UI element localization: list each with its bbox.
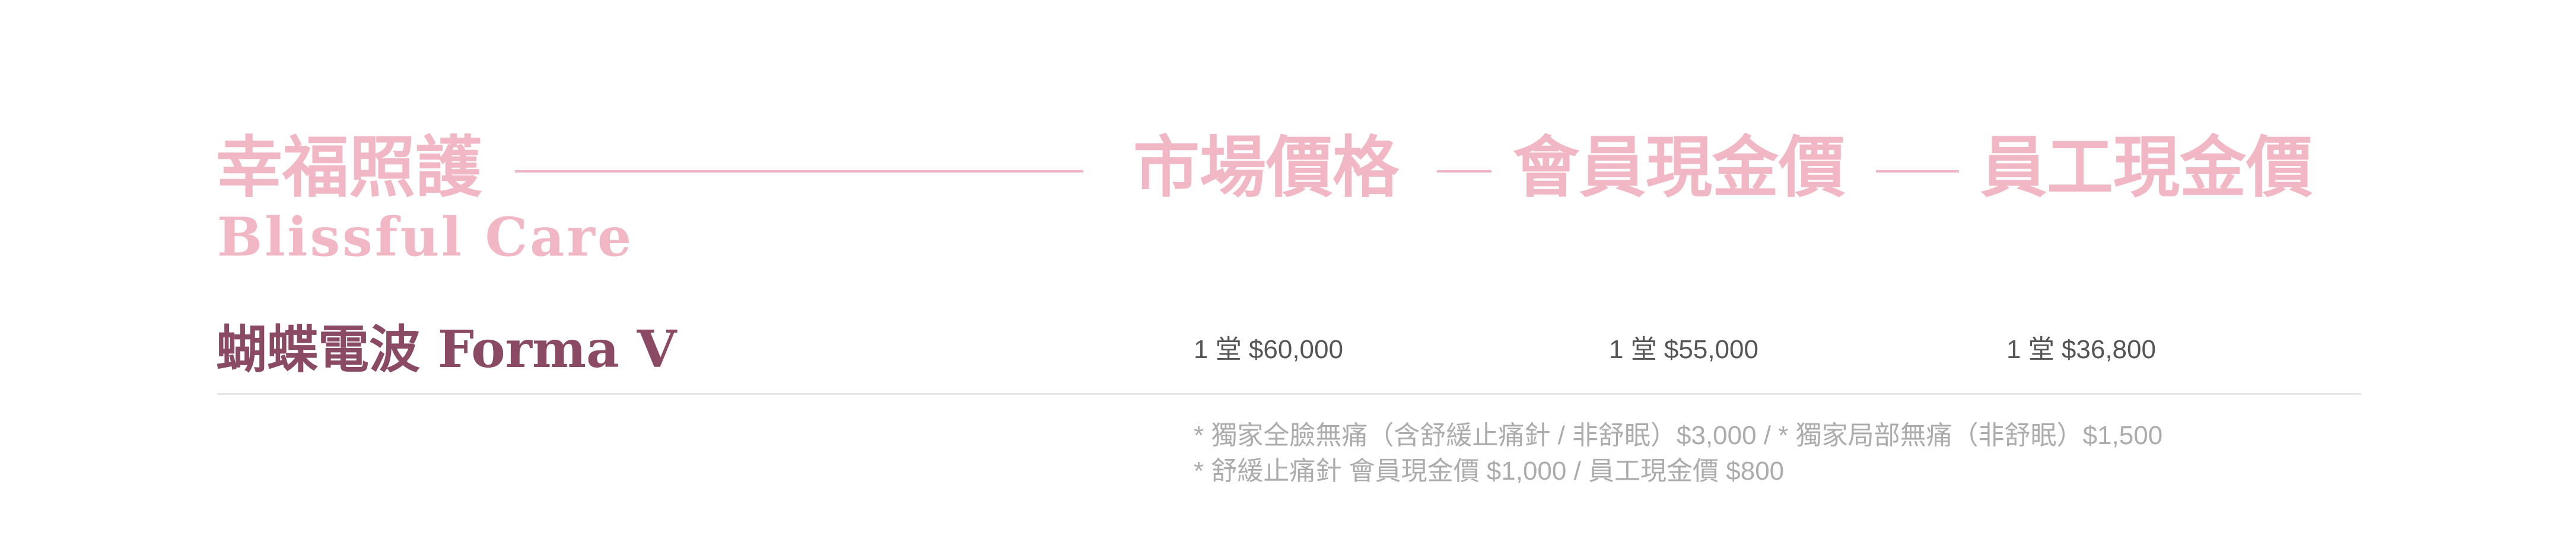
price-market: 1 堂 $60,000: [1194, 335, 1343, 364]
heading-rule-connector-1: [1437, 170, 1491, 173]
heading-rule-connector-2: [1876, 170, 1959, 173]
footnote-line-1: * 獨家全臉無痛（含舒緩止痛針 / 非舒眠）$3,000 / * 獨家局部無痛（…: [1194, 421, 2163, 450]
section-title-zh: 幸福照護: [216, 129, 482, 206]
section-title-en: Blissful Care: [217, 206, 634, 269]
item-name: 蝴蝶電波 Forma V: [216, 320, 677, 379]
heading-rule-main: [515, 170, 1083, 173]
price-member: 1 堂 $55,000: [1609, 335, 1758, 364]
column-heading-staff-price: 員工現金價: [1980, 129, 2313, 206]
footnote-line-2: * 舒緩止痛針 會員現金價 $1,000 / 員工現金價 $800: [1194, 457, 1785, 486]
column-heading-member-price: 會員現金價: [1513, 129, 1845, 206]
row-divider: [217, 393, 2361, 395]
price-staff: 1 堂 $36,800: [2006, 335, 2156, 364]
column-heading-market-price: 市場價格: [1133, 129, 1399, 206]
